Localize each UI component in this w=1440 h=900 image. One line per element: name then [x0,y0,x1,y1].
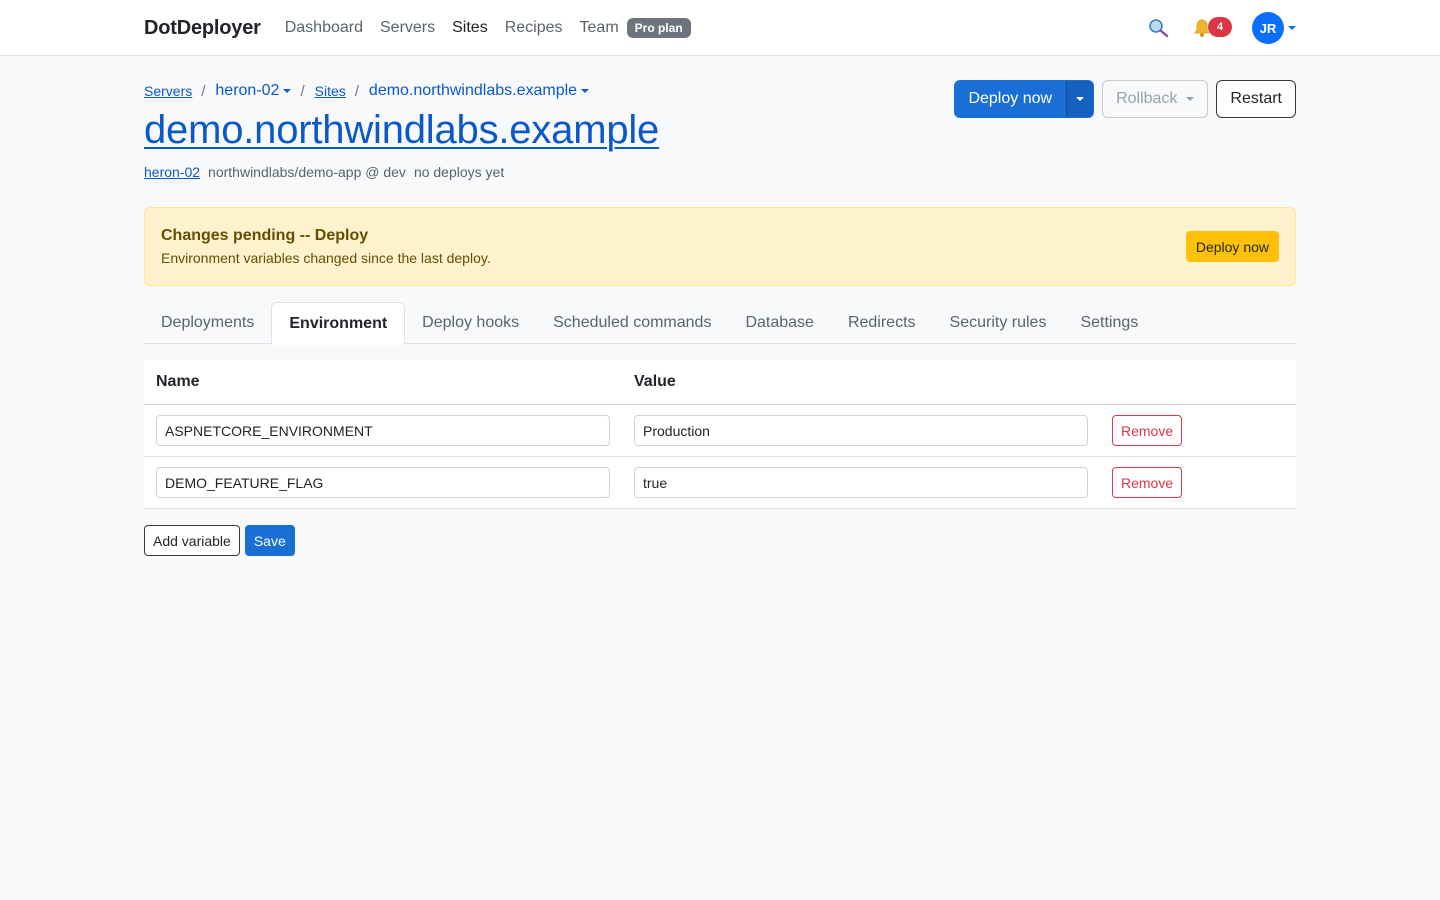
tab-deployments[interactable]: Deployments [144,302,271,344]
breadcrumb-site-label: demo.northwindlabs.example [368,82,578,99]
add-variable-button[interactable]: Add variable [144,525,240,556]
chevron-down-icon [1186,97,1195,101]
column-header-value: Value [634,373,676,390]
save-button[interactable]: Save [244,525,295,556]
environment-table: Name Value ASPNETCORE_ENVIRONMENT Produc… [144,360,1296,509]
deploy-options-toggle[interactable] [1066,80,1095,118]
column-header-name: Name [156,373,200,390]
search-button[interactable] [1146,16,1170,40]
table-row: ASPNETCORE_ENVIRONMENT Production Remove [144,405,1296,457]
breadcrumb-server-dropdown[interactable]: heron-02 [215,82,292,100]
meta-deploy-status: no deploys yet [413,164,505,180]
table-header: Name Value [144,360,1296,405]
remove-variable-button[interactable]: Remove [1112,467,1183,498]
tab-deploy-hooks[interactable]: Deploy hooks [405,302,536,344]
page-title[interactable]: demo.northwindlabs.example [144,108,659,153]
search-icon [1149,19,1169,38]
tab-scheduled-commands[interactable]: Scheduled commands [536,302,728,344]
top-navbar: DotDeployer Dashboard Servers Sites Reci… [0,0,1440,56]
site-meta: heron-02 northwindlabs/demo-app @ dev no… [144,164,504,180]
tab-database[interactable]: Database [728,302,831,344]
variable-value-input[interactable]: Production [634,415,1088,446]
breadcrumb-separator: / [354,82,359,100]
pending-changes-alert: Changes pending -- Deploy Environment va… [144,207,1296,286]
alert-body: Environment variables changed since the … [161,250,491,266]
alert-deploy-button[interactable]: Deploy now [1185,231,1279,262]
main-nav: Dashboard Servers Sites Recipes Team Pro… [285,18,691,38]
breadcrumb-server-label: heron-02 [215,82,280,99]
table-row: DEMO_FEATURE_FLAG true Remove [144,457,1296,509]
breadcrumb-servers[interactable]: Servers [144,83,192,99]
brand-logo[interactable]: DotDeployer [144,17,261,40]
avatar: JR [1252,12,1284,44]
variable-name-input[interactable]: DEMO_FEATURE_FLAG [156,467,610,498]
meta-repo: northwindlabs/demo-app @ dev [208,164,406,180]
deploy-split-button: Deploy now [954,80,1095,118]
header-actions: Deploy now Rollback Restart [954,80,1296,118]
remove-variable-button[interactable]: Remove [1112,415,1183,446]
tab-redirects[interactable]: Redirects [831,302,933,344]
chevron-down-icon [1076,97,1085,101]
notifications-button[interactable]: 4 [1190,16,1232,40]
nav-dashboard[interactable]: Dashboard [285,19,363,37]
chevron-down-icon [283,89,292,93]
nav-servers[interactable]: Servers [380,19,435,37]
restart-button[interactable]: Restart [1216,80,1296,118]
chevron-down-icon [1288,26,1296,30]
site-tabs: Deployments Environment Deploy hooks Sch… [144,302,1296,345]
rollback-label: Rollback [1116,90,1178,107]
environment-actions: Add variable Save [144,525,295,556]
variable-name-input[interactable]: ASPNETCORE_ENVIRONMENT [156,415,610,446]
nav-sites[interactable]: Sites [452,19,488,37]
breadcrumb: Servers / heron-02 / Sites / demo.northw… [144,82,590,100]
meta-server-link[interactable]: heron-02 [144,164,200,180]
plan-badge: Pro plan [626,18,691,38]
alert-title: Changes pending -- Deploy [161,227,369,244]
tab-security-rules[interactable]: Security rules [933,302,1064,344]
tab-settings[interactable]: Settings [1063,302,1155,344]
breadcrumb-sites[interactable]: Sites [315,83,346,99]
breadcrumb-separator: / [300,82,305,100]
notification-count-badge: 4 [1208,17,1232,37]
rollback-button[interactable]: Rollback [1102,80,1209,118]
breadcrumb-site-dropdown[interactable]: demo.northwindlabs.example [368,82,590,100]
tab-environment[interactable]: Environment [271,302,406,345]
user-menu[interactable]: JR [1252,12,1296,44]
chevron-down-icon [581,89,590,93]
breadcrumb-separator: / [201,82,206,100]
nav-team[interactable]: Team [580,19,619,37]
deploy-now-button[interactable]: Deploy now [954,80,1067,118]
nav-recipes[interactable]: Recipes [505,19,563,37]
variable-value-input[interactable]: true [634,467,1088,498]
